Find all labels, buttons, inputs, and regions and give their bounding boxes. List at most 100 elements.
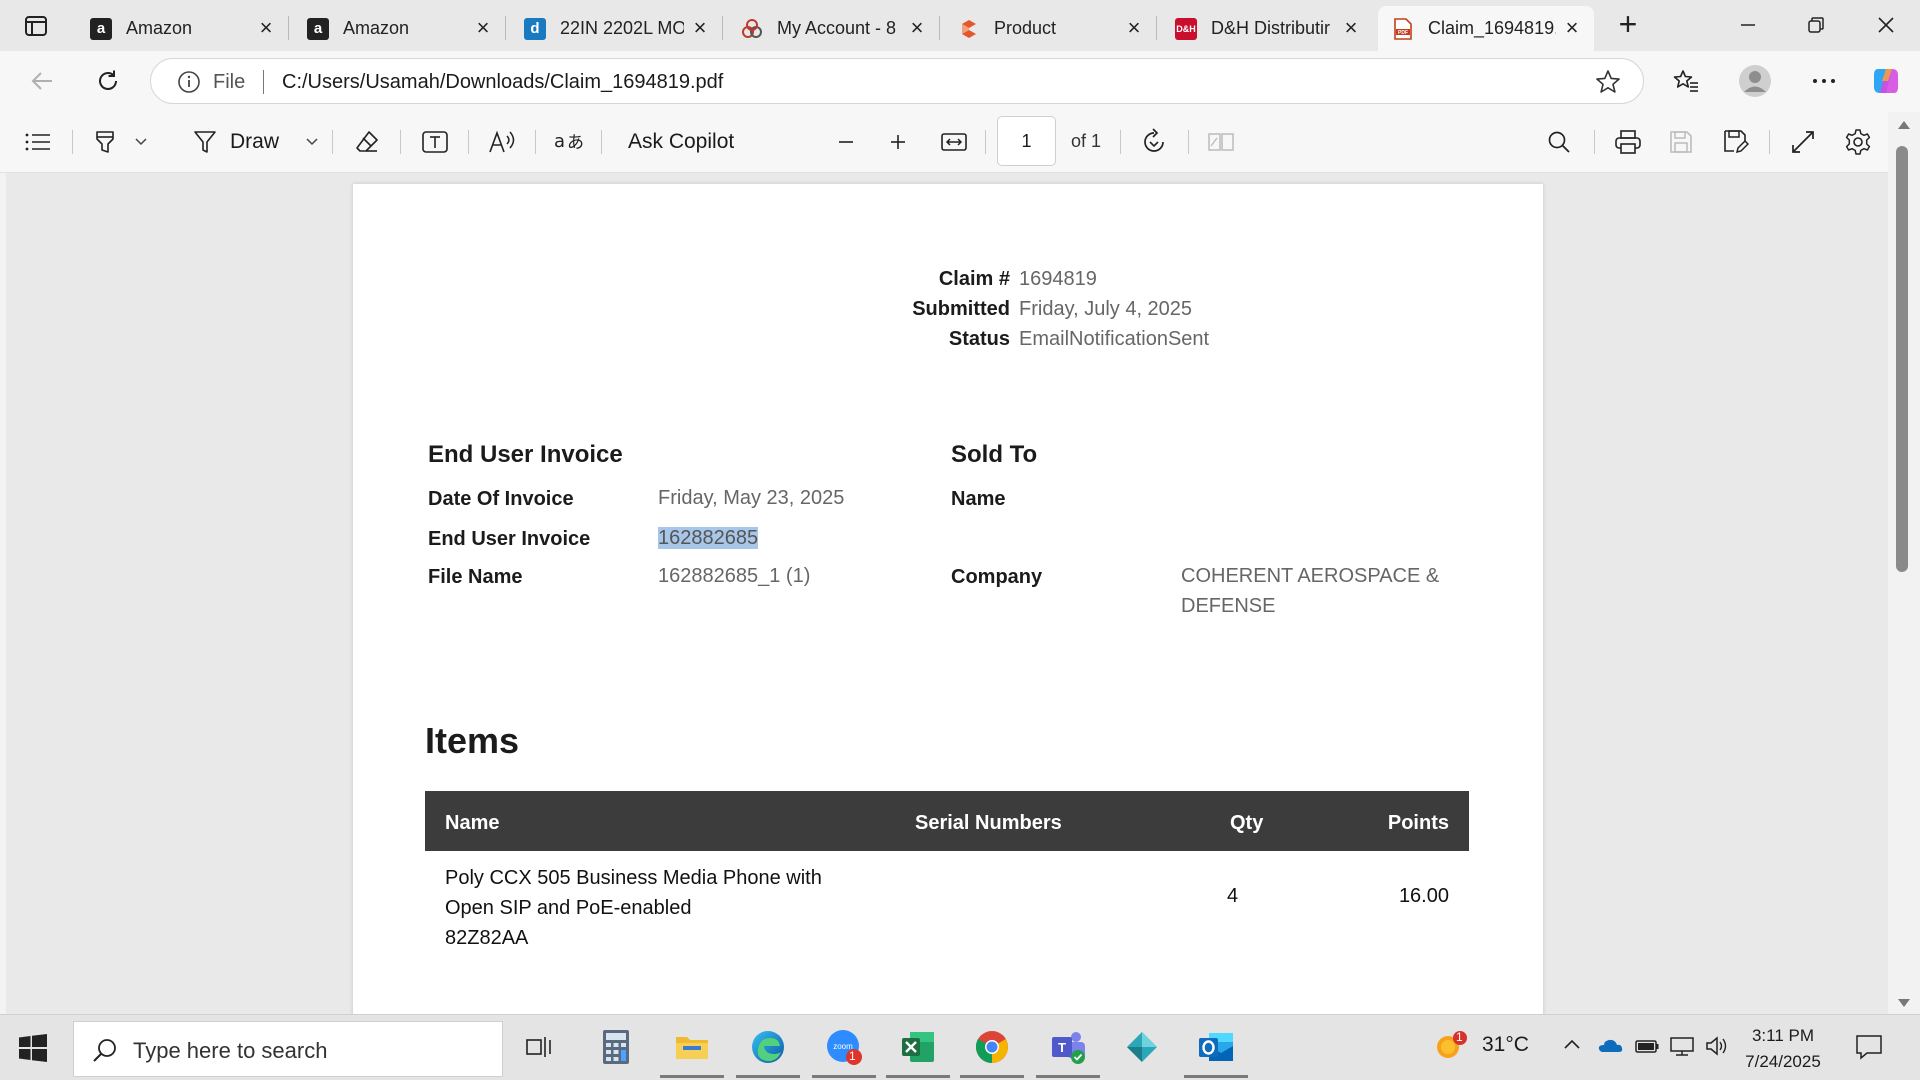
page-number-input[interactable]: 1	[997, 116, 1056, 166]
close-icon[interactable]: ×	[256, 16, 276, 39]
close-icon[interactable]: ×	[1341, 16, 1361, 39]
submitted-label: Submitted	[912, 298, 1010, 320]
item-name-line-1: Poly CCX 505 Business Media Phone with	[445, 867, 822, 889]
address-bar[interactable]: File C:/Users/Usamah/Downloads/Claim_169…	[150, 58, 1644, 104]
product-icon	[958, 18, 980, 40]
onedrive-icon[interactable]	[1597, 1036, 1623, 1059]
close-window-button[interactable]	[1862, 8, 1910, 42]
pdf-icon: PDF	[1392, 17, 1414, 40]
date-of-invoice-label: Date Of Invoice	[428, 488, 574, 510]
new-tab-button[interactable]: +	[1612, 8, 1644, 42]
profile-avatar[interactable]	[1737, 63, 1773, 99]
save-as-icon[interactable]	[1723, 124, 1749, 160]
close-icon[interactable]: ×	[690, 16, 710, 39]
diamond-app-icon[interactable]	[1120, 1025, 1164, 1069]
amazon-icon: a	[307, 17, 329, 40]
contents-icon[interactable]	[24, 124, 52, 160]
svg-text:PDF: PDF	[1398, 30, 1408, 36]
print-icon[interactable]	[1614, 124, 1642, 160]
volume-icon[interactable]	[1705, 1035, 1729, 1062]
chrome-app-icon[interactable]	[960, 1025, 1024, 1078]
close-icon[interactable]: ×	[1562, 16, 1582, 39]
zoom-badge: 1	[849, 1049, 856, 1063]
minimize-button[interactable]	[1724, 8, 1772, 42]
system-clock[interactable]: 3:11 PM 7/24/2025	[1737, 1023, 1829, 1075]
favorites-button[interactable]	[1668, 63, 1704, 99]
edge-browser-icon[interactable]	[736, 1025, 800, 1078]
table-row: Poly CCX 505 Business Media Phone with O…	[425, 851, 1469, 961]
tab-product[interactable]: Product ×	[944, 6, 1157, 51]
tab-claim-pdf[interactable]: PDF Claim_1694819. ×	[1378, 6, 1594, 51]
tab-my-account[interactable]: My Account - 8 ×	[727, 6, 940, 51]
url-text[interactable]: C:/Users/Usamah/Downloads/Claim_1694819.…	[282, 71, 723, 94]
translate-icon[interactable]: aあ	[554, 124, 586, 160]
close-icon[interactable]: ×	[907, 16, 927, 39]
tab-actions-menu-icon[interactable]	[14, 12, 58, 40]
scrollbar-thumb[interactable]	[1896, 146, 1908, 572]
close-icon[interactable]: ×	[1124, 16, 1144, 39]
show-hidden-icons-chevron-icon[interactable]	[1563, 1037, 1581, 1055]
highlight-icon[interactable]	[92, 124, 118, 160]
scroll-up-arrow-icon[interactable]	[1898, 121, 1910, 129]
tab-amazon-2[interactable]: a Amazon ×	[293, 6, 506, 51]
fullscreen-icon[interactable]	[1790, 124, 1816, 160]
draw-button[interactable]: Draw	[192, 124, 279, 160]
read-aloud-icon[interactable]	[488, 124, 516, 160]
add-text-icon[interactable]	[421, 124, 449, 160]
item-sku: 82Z82AA	[445, 927, 529, 949]
sold-to-heading: Sold To	[951, 441, 1038, 468]
column-points: Points	[1387, 812, 1449, 834]
tab-dell-monitor[interactable]: d 22IN 2202L MO ×	[510, 6, 723, 51]
search-icon[interactable]	[1547, 124, 1571, 160]
highlight-dropdown-icon[interactable]	[134, 124, 148, 160]
weather-badge: 1	[1456, 1030, 1463, 1044]
calculator-app-icon[interactable]	[594, 1025, 638, 1069]
erase-icon[interactable]	[354, 124, 380, 160]
restore-button[interactable]	[1792, 8, 1840, 42]
zoom-in-icon[interactable]	[888, 124, 908, 160]
svg-text:T: T	[1058, 1040, 1066, 1055]
weather-icon[interactable]: 1	[1432, 1029, 1468, 1065]
rotate-icon[interactable]	[1140, 124, 1168, 160]
scroll-down-arrow-icon[interactable]	[1898, 999, 1910, 1007]
end-user-invoice-label: End User Invoice	[428, 528, 591, 550]
refresh-button[interactable]	[90, 63, 126, 99]
company-line-1: COHERENT AEROSPACE &	[1181, 565, 1440, 587]
battery-icon[interactable]	[1634, 1037, 1660, 1060]
file-explorer-icon[interactable]	[660, 1025, 724, 1078]
close-icon[interactable]: ×	[473, 16, 493, 39]
task-view-icon[interactable]	[518, 1025, 562, 1069]
tab-amazon-1[interactable]: a Amazon ×	[76, 6, 289, 51]
taskbar-search-box[interactable]: Type here to search	[73, 1021, 503, 1077]
weather-temperature[interactable]: 31°C	[1482, 1033, 1529, 1057]
draw-dropdown-icon[interactable]	[305, 124, 319, 160]
more-options-icon[interactable]	[1806, 63, 1842, 99]
info-icon[interactable]	[177, 70, 201, 99]
svg-text:a: a	[554, 131, 565, 152]
settings-gear-icon[interactable]	[1844, 124, 1872, 160]
back-button[interactable]	[24, 63, 60, 99]
outlook-app-icon[interactable]	[1184, 1025, 1248, 1078]
page-view-icon[interactable]	[1207, 124, 1235, 160]
svg-text:あ: あ	[567, 133, 584, 153]
zoom-app-icon[interactable]: zoom 1	[812, 1025, 876, 1078]
save-icon[interactable]	[1669, 124, 1693, 160]
draw-icon	[194, 131, 216, 153]
windows-start-icon[interactable]	[18, 1033, 48, 1068]
teams-app-icon[interactable]: T	[1036, 1025, 1100, 1078]
date-of-invoice-value: Friday, May 23, 2025	[658, 487, 845, 509]
zoom-out-icon[interactable]	[836, 124, 856, 160]
account-icon	[741, 18, 763, 40]
network-icon[interactable]	[1669, 1035, 1695, 1062]
tab-dh-distributing[interactable]: D&H D&H Distributir ×	[1161, 6, 1373, 51]
invoice-number-value[interactable]: 162882685	[658, 527, 759, 549]
favorite-star-icon[interactable]	[1595, 69, 1621, 100]
notifications-icon[interactable]	[1855, 1034, 1883, 1065]
fit-to-width-icon[interactable]	[940, 124, 968, 160]
ask-copilot-button[interactable]: Ask Copilot	[628, 124, 734, 160]
page-total: of 1	[1071, 131, 1102, 151]
excel-app-icon[interactable]	[886, 1025, 950, 1078]
pdf-viewer[interactable]: Claim # 1694819 Submitted Friday, July 4…	[6, 173, 1888, 1014]
copilot-icon[interactable]	[1868, 63, 1904, 99]
vertical-scrollbar[interactable]	[1888, 112, 1920, 1014]
